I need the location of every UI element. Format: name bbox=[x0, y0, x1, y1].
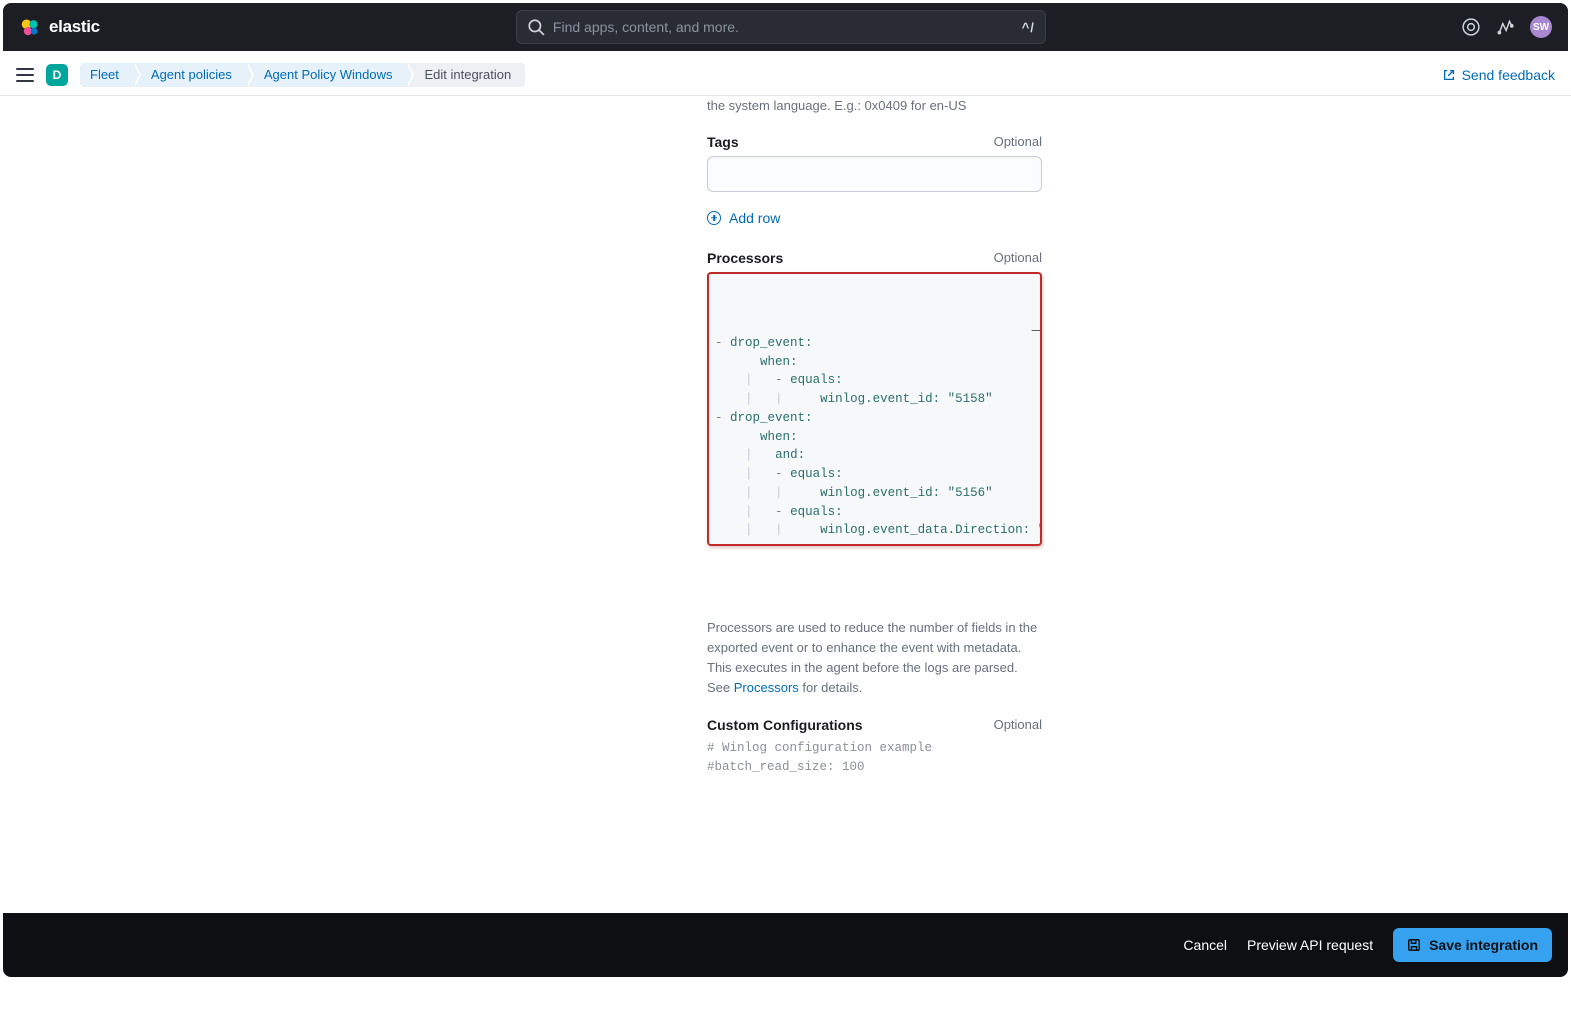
global-search-wrap: Find apps, content, and more. ^/ bbox=[116, 10, 1446, 44]
tags-label: Tags bbox=[707, 134, 739, 150]
space-selector[interactable]: D bbox=[46, 64, 68, 86]
tags-optional: Optional bbox=[994, 134, 1042, 149]
newsfeed-icon[interactable] bbox=[1496, 18, 1514, 36]
processors-label: Processors bbox=[707, 250, 783, 266]
breadcrumb-edit-integration: Edit integration bbox=[406, 63, 525, 87]
language-help-text: the system language. E.g.: 0x0409 for en… bbox=[707, 96, 1042, 116]
breadcrumb-agent-policies[interactable]: Agent policies bbox=[133, 63, 246, 87]
custom-config-label: Custom Configurations bbox=[707, 717, 863, 733]
processors-field-header: Processors Optional bbox=[707, 250, 1042, 266]
tags-field-header: Tags Optional bbox=[707, 134, 1042, 150]
brand-name: elastic bbox=[49, 17, 100, 37]
external-link-icon bbox=[1442, 68, 1456, 82]
plus-circle-icon bbox=[707, 211, 721, 225]
tags-input[interactable] bbox=[707, 156, 1042, 192]
sub-header: D Fleet Agent policies Agent Policy Wind… bbox=[0, 54, 1571, 96]
scroll-indicator: — bbox=[1032, 328, 1040, 336]
search-placeholder: Find apps, content, and more. bbox=[553, 19, 1014, 35]
brand-logo[interactable]: elastic bbox=[19, 16, 100, 38]
processors-doc-link[interactable]: Processors bbox=[734, 680, 799, 695]
breadcrumbs: Fleet Agent policies Agent Policy Window… bbox=[80, 63, 525, 87]
elastic-logo-icon bbox=[19, 16, 41, 38]
custom-config-optional: Optional bbox=[994, 717, 1042, 732]
processors-optional: Optional bbox=[994, 250, 1042, 265]
cancel-button[interactable]: Cancel bbox=[1183, 937, 1227, 953]
top-right-actions: SW bbox=[1462, 16, 1552, 38]
nav-toggle-icon[interactable] bbox=[16, 68, 34, 82]
global-search[interactable]: Find apps, content, and more. ^/ bbox=[516, 10, 1046, 44]
custom-config-header: Custom Configurations Optional bbox=[707, 717, 1042, 733]
help-icon[interactable] bbox=[1462, 18, 1480, 36]
processors-help-text: Processors are used to reduce the number… bbox=[707, 618, 1042, 699]
user-avatar[interactable]: SW bbox=[1530, 16, 1552, 38]
breadcrumb-fleet[interactable]: Fleet bbox=[80, 63, 133, 87]
main-content: the system language. E.g.: 0x0409 for en… bbox=[0, 96, 1571, 1029]
custom-config-editor[interactable]: # Winlog configuration example #batch_re… bbox=[707, 739, 1042, 909]
breadcrumb-agent-policy-windows[interactable]: Agent Policy Windows bbox=[246, 63, 407, 87]
search-icon bbox=[527, 18, 545, 36]
processors-code-editor[interactable]: — - drop_event: when: | - equals: | | wi… bbox=[707, 272, 1042, 547]
preview-api-request-button[interactable]: Preview API request bbox=[1247, 937, 1373, 953]
bottom-action-bar: Cancel Preview API request Save integrat… bbox=[3, 913, 1568, 977]
save-integration-button[interactable]: Save integration bbox=[1393, 928, 1552, 962]
save-icon bbox=[1407, 938, 1421, 952]
search-shortcut: ^/ bbox=[1022, 20, 1035, 35]
editor-spacer bbox=[707, 548, 1042, 608]
send-feedback-link[interactable]: Send feedback bbox=[1442, 67, 1555, 83]
add-row-button[interactable]: Add row bbox=[707, 210, 780, 226]
top-header: elastic Find apps, content, and more. ^/… bbox=[3, 3, 1568, 51]
